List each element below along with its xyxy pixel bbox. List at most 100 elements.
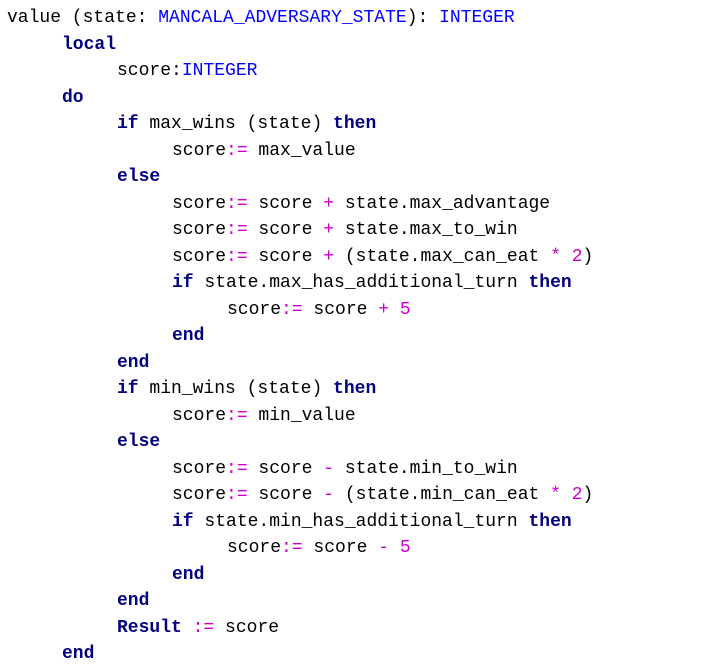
keyword: if — [117, 379, 139, 399]
type-name: INTEGER — [439, 8, 515, 28]
identifier-text — [182, 618, 193, 638]
code-line: if max_wins (state) then — [117, 110, 376, 138]
code-line: score:= score - (state.min_can_eat * 2) — [172, 481, 593, 509]
keyword: if — [172, 273, 194, 293]
operator: := — [226, 458, 248, 479]
identifier-text: state.max_advantage — [334, 193, 551, 214]
identifier-text: score — [172, 246, 227, 267]
keyword: if — [172, 511, 194, 532]
identifier-text — [561, 485, 572, 505]
code-line: score:= min_value — [172, 402, 356, 430]
identifier-text: ) — [582, 246, 594, 267]
code-line: if min_wins (state) then — [117, 375, 376, 403]
code-line: end — [62, 640, 94, 668]
identifier-text: max_wins (state) — [138, 114, 334, 134]
operator: := — [281, 299, 303, 320]
code-line: score:= score - 5 — [227, 534, 411, 562]
keyword: do — [62, 87, 84, 108]
keyword: if — [117, 114, 139, 134]
operator: - — [378, 538, 390, 558]
identifier-text: score — [172, 458, 227, 479]
code-line: do — [62, 84, 84, 112]
type-name: MANCALA_ADVERSARY_STATE — [158, 8, 407, 28]
number-literal: 2 — [571, 246, 583, 267]
identifier-text: score — [227, 538, 282, 558]
operator: + — [323, 246, 335, 267]
code-line: score:INTEGER — [117, 57, 257, 85]
identifier-text: score — [172, 220, 227, 240]
identifier-text: state.max_to_win — [334, 220, 518, 240]
identifier-text: min_value — [247, 405, 356, 426]
keyword: end — [172, 564, 205, 585]
operator: + — [323, 193, 335, 214]
identifier-text — [389, 300, 400, 320]
identifier-text: state.min_to_win — [334, 458, 518, 479]
identifier-text: score — [302, 299, 379, 320]
keyword: Result — [117, 617, 182, 638]
identifier-text: score — [172, 485, 227, 505]
operator: := — [226, 405, 248, 426]
code-line: if state.min_has_additional_turn then — [172, 508, 572, 536]
code-line: end — [117, 349, 149, 377]
identifier-text: score — [247, 193, 324, 214]
code-line: value (state: MANCALA_ADVERSARY_STATE): … — [7, 4, 515, 32]
operator: := — [281, 538, 303, 558]
keyword: then — [333, 379, 377, 399]
code-line: score:= max_value — [172, 137, 356, 165]
identifier-text: score — [227, 299, 282, 320]
identifier-text: score — [214, 617, 280, 638]
keyword: end — [172, 326, 205, 346]
code-line: score:= score + state.max_to_win — [172, 216, 518, 244]
identifier-text: score — [302, 538, 379, 558]
identifier-text: score — [247, 246, 324, 267]
keyword: local — [62, 34, 117, 55]
number-literal: 5 — [399, 299, 411, 320]
operator: * — [550, 485, 561, 505]
identifier-text — [389, 538, 400, 558]
code-line: local — [62, 31, 116, 59]
keyword: else — [117, 167, 161, 187]
keyword: else — [117, 432, 161, 452]
number-literal: 5 — [399, 538, 411, 558]
identifier-text: max_value — [247, 140, 356, 161]
operator: := — [226, 485, 248, 505]
identifier-text — [561, 247, 572, 267]
operator: + — [378, 299, 390, 320]
identifier-text: ) — [582, 485, 594, 505]
code-line: else — [117, 163, 160, 191]
identifier-text: score — [247, 485, 324, 505]
operator: - — [323, 485, 335, 505]
identifier-text: score — [172, 405, 227, 426]
identifier-text: score — [172, 140, 227, 161]
code-editor[interactable]: value (state: MANCALA_ADVERSARY_STATE): … — [0, 0, 712, 672]
operator: := — [226, 140, 248, 161]
operator: := — [226, 220, 248, 240]
identifier-text: score — [247, 458, 324, 479]
keyword: then — [333, 114, 377, 134]
operator: := — [226, 193, 248, 214]
number-literal: 2 — [571, 485, 583, 505]
code-line: Result := score — [117, 614, 279, 642]
operator: * — [550, 246, 561, 267]
identifier-text: (state.max_can_eat — [334, 246, 551, 267]
identifier-text: state.max_has_additional_turn — [193, 273, 529, 293]
operator: := — [226, 246, 248, 267]
keyword: end — [117, 591, 150, 611]
identifier-text: (state.min_can_eat — [334, 485, 551, 505]
operator: := — [192, 617, 215, 638]
identifier-text: value (state: — [7, 8, 159, 28]
type-name: INTEGER — [181, 61, 258, 81]
identifier-text: state.min_has_additional_turn — [193, 511, 529, 532]
identifier-text: ): — [406, 8, 440, 28]
code-line: end — [117, 587, 149, 615]
identifier-text: score — [172, 193, 227, 214]
code-line: end — [172, 561, 204, 589]
code-line: score:= score + state.max_advantage — [172, 190, 550, 218]
keyword: then — [528, 273, 572, 293]
code-line: if state.max_has_additional_turn then — [172, 269, 572, 297]
operator: + — [323, 220, 335, 240]
code-line: score:= score + (state.max_can_eat * 2) — [172, 243, 593, 271]
identifier-text: score: — [117, 61, 182, 81]
code-line: end — [172, 322, 204, 350]
code-line: score:= score - state.min_to_win — [172, 455, 518, 483]
